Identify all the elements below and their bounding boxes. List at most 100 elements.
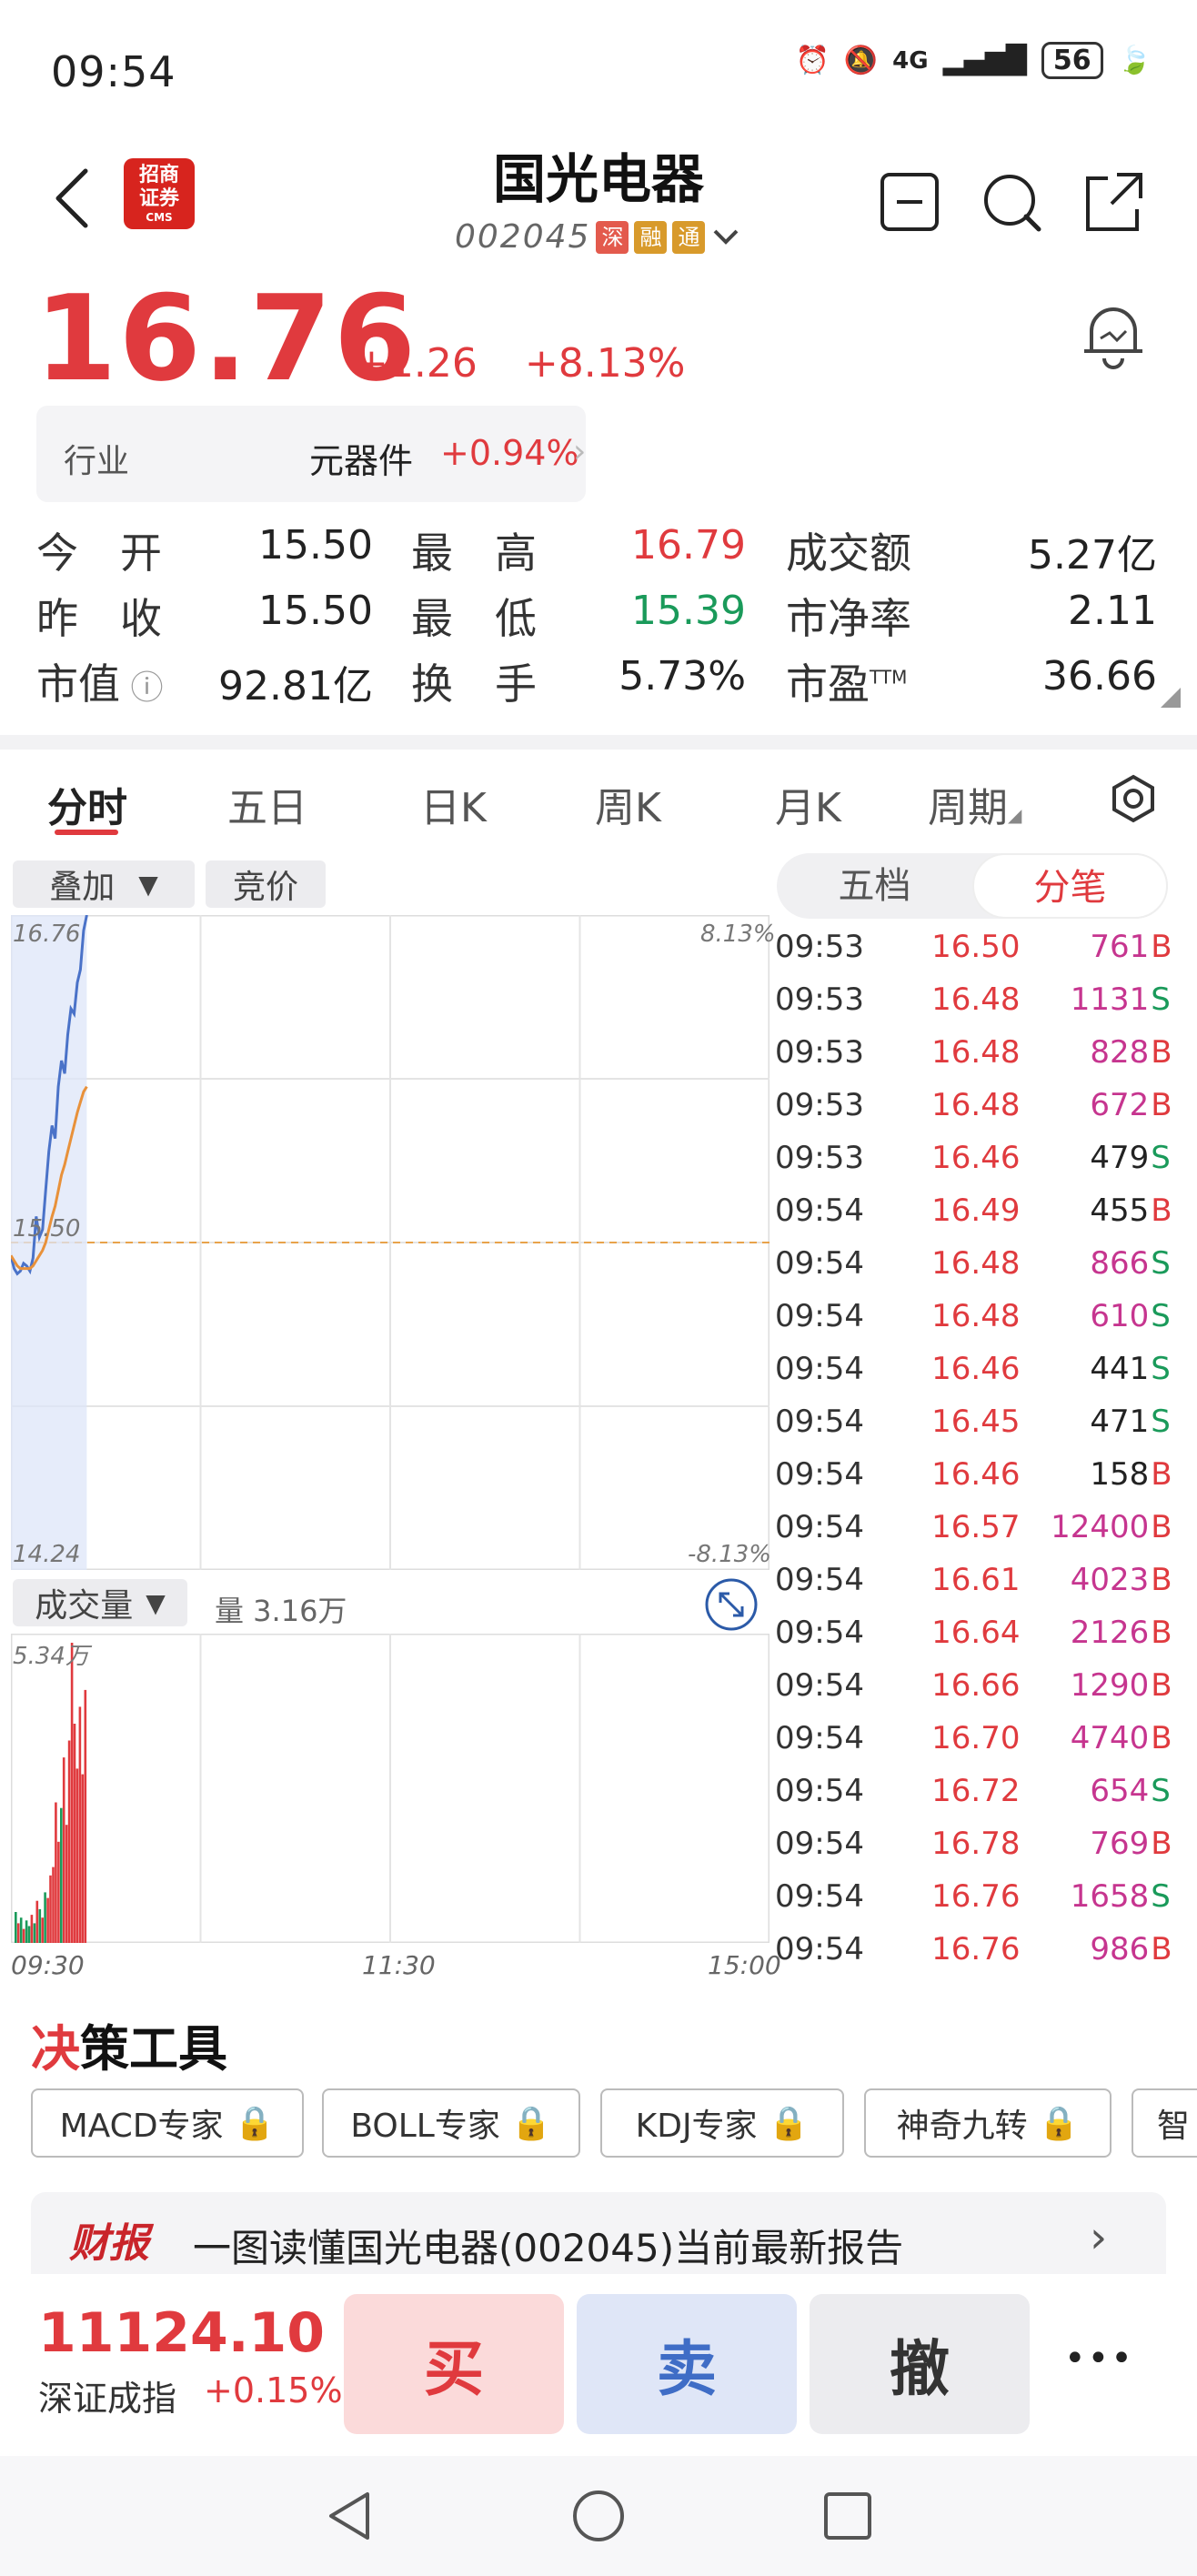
fullscreen-button[interactable] <box>704 1577 759 1635</box>
volume-bar <box>67 1740 71 1943</box>
tab-five-day[interactable]: 五日 <box>227 775 307 833</box>
tick-volume: 866 <box>1090 1245 1150 1282</box>
volume-bar <box>41 1917 44 1943</box>
tick-time: 09:53 <box>775 929 864 965</box>
tab-period[interactable]: 周期◢ <box>928 775 1021 833</box>
report-banner[interactable]: 财报 一图读懂国光电器(002045)当前最新报告 › <box>31 2192 1166 2283</box>
search-icon <box>984 175 1041 232</box>
tick-row: 09:54 16.57 12400 B <box>775 1501 1175 1554</box>
stock-code-row[interactable]: 002045 深 融 通 <box>455 218 741 256</box>
price-change: +1.26 +8.13% <box>355 340 686 387</box>
lock-icon: 🔒 <box>234 2105 276 2142</box>
intraday-price-chart[interactable] <box>11 915 770 1570</box>
chevron-right-icon: › <box>573 433 587 470</box>
tick-row: 09:53 16.48 828 B <box>775 1026 1175 1079</box>
stat-label: 昨 收 <box>36 594 162 643</box>
tool-kdj[interactable]: KDJ专家 🔒 <box>600 2088 844 2158</box>
expand-corner-icon[interactable] <box>1161 688 1181 708</box>
nav-home-icon[interactable] <box>571 2489 626 2543</box>
tick-side: S <box>1151 1245 1171 1282</box>
minimize-button[interactable] <box>877 169 942 235</box>
tick-volume: 1658 <box>1070 1878 1150 1915</box>
volume-bar <box>38 1908 42 1943</box>
volume-bar <box>30 1915 34 1943</box>
auction-button[interactable]: 竞价 <box>206 860 326 908</box>
tick-price: 16.48 <box>931 1034 1021 1071</box>
tick-price: 16.48 <box>931 1298 1021 1334</box>
price-alert-button[interactable] <box>1079 300 1148 373</box>
alarm-icon: ⏰ <box>795 45 830 76</box>
tick-side: S <box>1151 981 1171 1018</box>
tool-partial[interactable]: 智 <box>1132 2088 1197 2158</box>
tick-side: S <box>1151 1351 1171 1387</box>
index-percent: +0.15% <box>204 2370 343 2410</box>
industry-label: 行业 <box>64 443 130 480</box>
tick-price: 16.76 <box>931 1931 1021 1967</box>
segment-level5[interactable]: 五档 <box>777 853 972 919</box>
tab-weekly-k[interactable]: 周K <box>595 775 661 833</box>
tick-side: B <box>1151 1456 1172 1493</box>
tool-macd[interactable]: MACD专家 🔒 <box>31 2088 304 2158</box>
tag-shen: 深 <box>596 220 629 254</box>
stat-label: 今 开 <box>36 528 162 578</box>
volume-bar <box>57 1841 60 1943</box>
tab-daily-k[interactable]: 日K <box>420 775 487 833</box>
segment-ticks[interactable]: 分笔 <box>972 853 1168 919</box>
tick-price: 16.72 <box>931 1773 1021 1809</box>
caret-down-icon: ▼ <box>146 1587 166 1618</box>
tick-time: 09:54 <box>775 1773 864 1809</box>
volume-bar <box>33 1923 36 1943</box>
overlay-dropdown[interactable]: 叠加 ▼ <box>13 860 195 908</box>
tool-boll[interactable]: BOLL专家 🔒 <box>322 2088 580 2158</box>
active-tab-indicator <box>55 830 118 835</box>
search-button[interactable] <box>979 169 1044 235</box>
tab-intraday[interactable]: 分时 <box>47 775 127 833</box>
tick-price: 16.46 <box>931 1456 1021 1493</box>
stat-value: 15.50 <box>258 522 373 569</box>
tick-side: B <box>1151 1667 1172 1704</box>
volume-bar <box>49 1875 52 1943</box>
volume-dropdown[interactable]: 成交量 ▼ <box>13 1579 187 1626</box>
industry-percent: +0.94% <box>440 433 579 473</box>
volume-bar <box>22 1928 25 1943</box>
tool-kdj-label: KDJ专家 <box>635 2108 758 2145</box>
tick-price: 16.78 <box>931 1826 1021 1862</box>
volume-bar <box>65 1825 68 1943</box>
tick-price: 16.48 <box>931 1087 1021 1123</box>
ttm-superscript: TTM <box>870 666 908 689</box>
volume-value: 量 3.16万 <box>215 1594 347 1628</box>
sell-button[interactable]: 卖 <box>577 2294 797 2434</box>
nav-recents-icon[interactable] <box>822 2490 873 2541</box>
tick-volume: 471 <box>1090 1404 1150 1440</box>
volume-chart[interactable] <box>11 1634 770 1943</box>
tick-row: 09:53 16.48 672 B <box>775 1079 1175 1132</box>
tick-side: B <box>1151 1087 1172 1123</box>
tick-time: 09:53 <box>775 981 864 1018</box>
stat-value: 36.66 <box>1042 653 1157 699</box>
share-button[interactable] <box>1081 169 1146 235</box>
industry-card[interactable]: 行业 元器件 +0.94% › <box>36 406 586 502</box>
tab-monthly-k[interactable]: 月K <box>775 775 841 833</box>
volume-bar <box>60 1807 63 1943</box>
buy-button[interactable]: 买 <box>344 2294 564 2434</box>
tick-row: 09:54 16.48 610 S <box>775 1290 1175 1343</box>
tick-side: B <box>1151 1192 1172 1229</box>
tick-time: 09:54 <box>775 1509 864 1545</box>
tool-nine-turn[interactable]: 神奇九转 🔒 <box>864 2088 1112 2158</box>
stat-value: 16.79 <box>631 522 746 569</box>
nav-back-icon[interactable] <box>324 2489 375 2543</box>
tick-price: 16.46 <box>931 1351 1021 1387</box>
volume-bar <box>15 1912 17 1943</box>
trade-ticks-list[interactable]: 09:53 16.50 761 B 09:53 16.48 1131 S 09:53 16.48 8… <box>775 921 1175 1976</box>
more-button[interactable]: ••• <box>1064 2338 1134 2380</box>
tick-row: 09:54 16.64 2126 B <box>775 1606 1175 1659</box>
tick-volume: 12400 <box>1051 1509 1150 1545</box>
signal-icon: ▂▄▆█ <box>942 45 1027 76</box>
cancel-order-button[interactable]: 撤 <box>810 2294 1030 2434</box>
tick-time: 09:54 <box>775 1878 864 1915</box>
tick-row: 09:54 16.66 1290 B <box>775 1659 1175 1712</box>
index-value[interactable]: 11124.10 ∧ <box>38 2301 379 2365</box>
tick-side: B <box>1151 1509 1172 1545</box>
chart-settings-button[interactable] <box>1108 773 1159 828</box>
stat-value: 5.73% <box>619 653 746 699</box>
